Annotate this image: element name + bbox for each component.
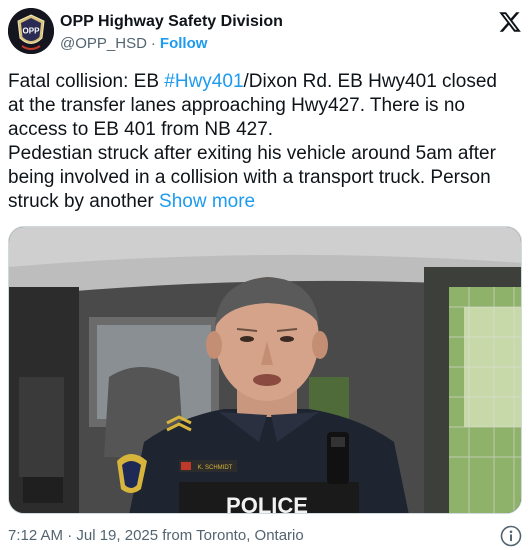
handle[interactable]: @OPP_HSD bbox=[60, 35, 147, 52]
opp-badge-icon: OPP bbox=[8, 8, 54, 54]
tweet-header: OPP OPP Highway Safety Division @OPP_HSD… bbox=[0, 0, 532, 64]
video-player[interactable]: POLICE K. SCHMIDT bbox=[8, 226, 522, 514]
handle-separator: · bbox=[150, 35, 156, 52]
tweet-line: struck by another Show more bbox=[8, 190, 526, 214]
handle-row: @OPP_HSD · Follow bbox=[60, 34, 283, 54]
follow-button[interactable]: Follow bbox=[160, 35, 208, 52]
timestamp-link[interactable]: 7:12 AM · Jul 19, 2025 from Toronto, Ont… bbox=[8, 527, 304, 544]
avatar-text: OPP bbox=[23, 27, 41, 36]
info-icon[interactable] bbox=[500, 525, 522, 547]
tweet-footer: 7:12 AM · Jul 19, 2025 from Toronto, Ont… bbox=[8, 525, 524, 547]
video-frame: POLICE K. SCHMIDT bbox=[9, 227, 521, 514]
vest-text: POLICE bbox=[226, 493, 308, 514]
x-logo-icon[interactable] bbox=[498, 10, 522, 34]
tweet-line: being involved in a collision with a tra… bbox=[8, 167, 491, 188]
name-tag: K. SCHMIDT bbox=[198, 465, 233, 471]
tweet-line: at the transfer lanes approaching Hwy427… bbox=[8, 95, 465, 116]
tweet-text-segment: Fatal collision: EB bbox=[8, 71, 165, 92]
hashtag-link[interactable]: #Hwy401 bbox=[164, 71, 243, 92]
tweet-line: Pedestian struck after exiting his vehic… bbox=[8, 143, 496, 164]
display-name[interactable]: OPP Highway Safety Division bbox=[60, 12, 283, 32]
tweet-text-segment: struck by another bbox=[8, 191, 160, 212]
tweet-text: Fatal collision: EB #Hwy401/Dixon Rd. EB… bbox=[8, 70, 526, 214]
tweet-text-segment: /Dixon Rd. EB Hwy401 closed bbox=[243, 71, 497, 92]
tweet-line: Fatal collision: EB #Hwy401/Dixon Rd. EB… bbox=[8, 70, 526, 94]
show-more-link[interactable]: Show more bbox=[159, 191, 255, 212]
tweet-line: access to EB 401 from NB 427. bbox=[8, 119, 274, 140]
account-info: OPP Highway Safety Division @OPP_HSD · Fol… bbox=[60, 12, 283, 54]
avatar[interactable]: OPP bbox=[8, 8, 54, 54]
